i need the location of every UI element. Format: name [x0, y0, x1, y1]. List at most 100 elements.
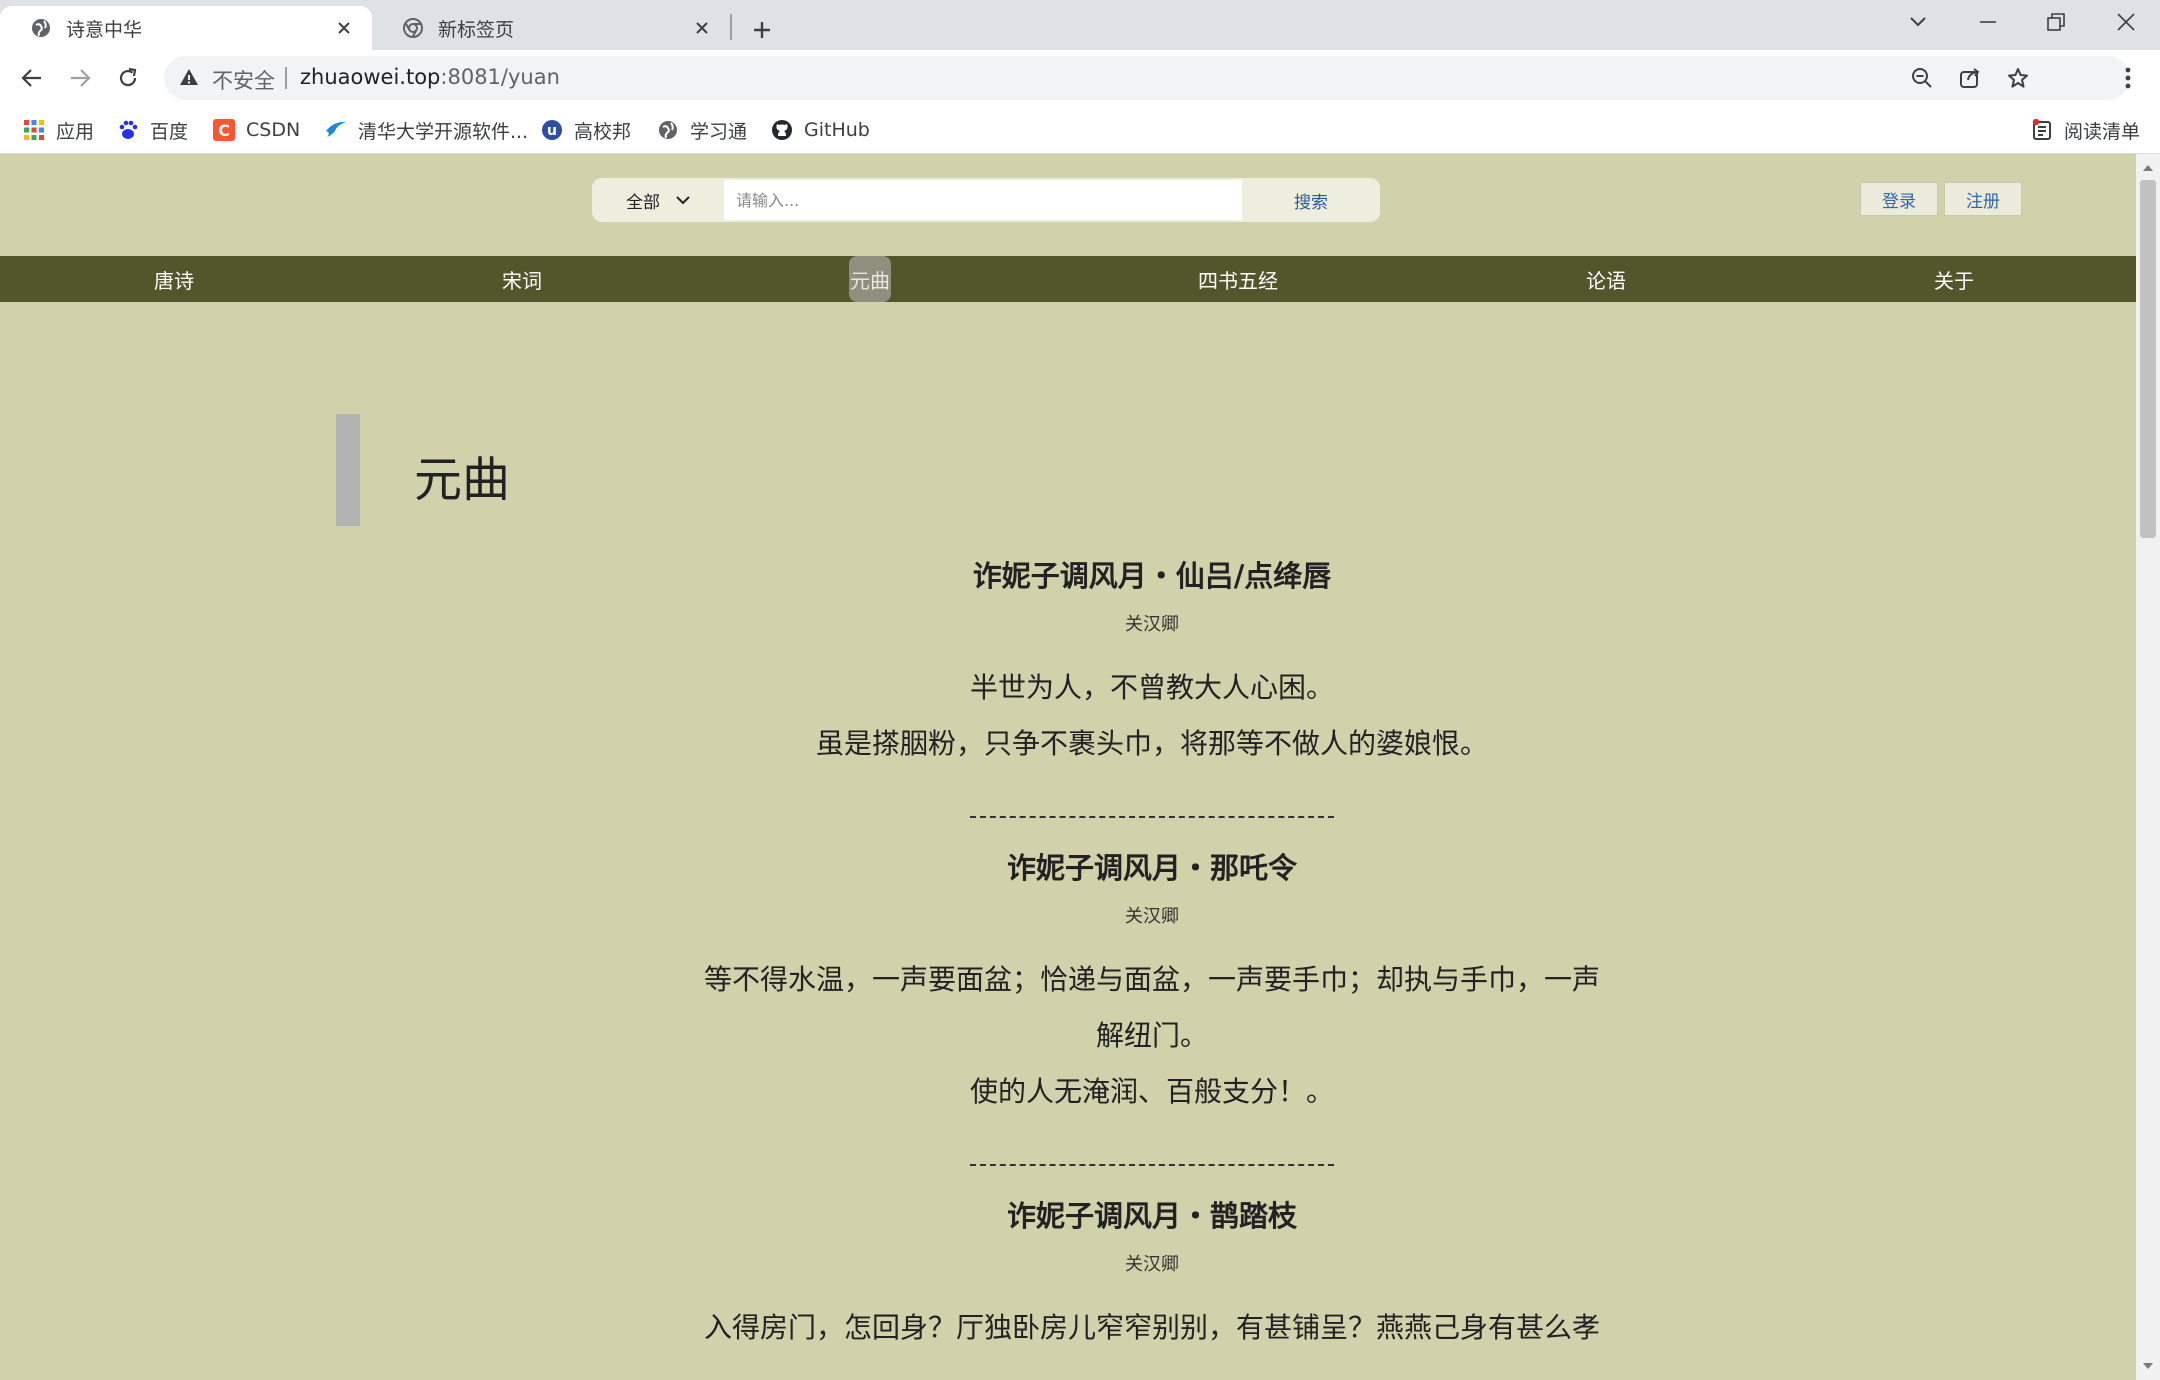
category-select[interactable]: 全部	[592, 178, 724, 222]
menu-dots-icon[interactable]	[2110, 58, 2146, 98]
warning-triangle-icon[interactable]	[178, 66, 202, 90]
poem: 诈妮子调风月・那吒令 关汉卿 等不得水温，一声要面盆；恰递与面盆，一声要手巾；却…	[700, 854, 1604, 1166]
forward-arrow-icon[interactable]	[58, 56, 102, 100]
restore-icon[interactable]	[2022, 0, 2090, 44]
search-button[interactable]: 搜索	[1242, 178, 1380, 222]
nav-item-songci[interactable]: 宋词	[482, 256, 562, 302]
svg-text:u: u	[547, 123, 557, 139]
close-icon[interactable]	[330, 14, 358, 42]
poem-title[interactable]: 诈妮子调风月・那吒令	[700, 854, 1604, 883]
poem: 诈妮子调风月・鹊踏枝 关汉卿 入得房门，怎回身？厅独卧房儿窄窄别别，有甚铺呈？燕…	[700, 1202, 1604, 1356]
login-button[interactable]: 登录	[1860, 182, 1938, 216]
page-viewport: 全部 搜索 登录 注册 唐诗 宋词 元曲 四书五经 论语 关于 元曲 诈妮子调风…	[0, 154, 2136, 1380]
url-text[interactable]: zhuaowei.top:8081/yuan	[300, 65, 560, 89]
poem-title[interactable]: 诈妮子调风月・鹊踏枝	[700, 1202, 1604, 1231]
reading-list-label: 阅读清单	[2064, 120, 2141, 143]
poem-author: 关汉卿	[1125, 906, 1179, 927]
bookmark-csdn[interactable]: C CSDN	[212, 112, 300, 148]
gaoxiaobang-icon: u	[540, 118, 564, 142]
nav-item-sishuwujing[interactable]: 四书五经	[1178, 256, 1298, 302]
close-icon[interactable]	[688, 14, 716, 42]
baidu-paw-icon	[116, 118, 140, 142]
tab-title: 新标签页	[438, 18, 515, 41]
svg-text:C: C	[218, 121, 230, 140]
github-icon	[770, 118, 794, 142]
bookmark-label: 学习通	[690, 120, 748, 143]
bookmark-label: 应用	[56, 120, 95, 143]
poem-line: 等不得水温，一声要面盆；恰递与面盆，一声要手巾；却执与手巾，一声	[703, 963, 1600, 996]
main-nav: 唐诗 宋词 元曲 四书五经 论语 关于	[0, 256, 2136, 302]
page-scrollbar[interactable]	[2136, 154, 2160, 1380]
tsinghua-mirror-icon	[324, 118, 348, 142]
poem-line: 虽是搽胭粉，只争不裹头巾，将那等不做人的婆娘恨。	[815, 727, 1488, 760]
poem-line: 半世为人，不曾教大人心困。	[969, 671, 1334, 704]
category-value: 全部	[626, 192, 660, 213]
address-bar[interactable]: 不安全 zhuaowei.top:8081/yuan	[164, 56, 2130, 100]
apps-grid-icon	[22, 118, 46, 142]
poem-author: 关汉卿	[1125, 1254, 1179, 1275]
reading-list[interactable]: 阅读清单	[2030, 112, 2140, 148]
scroll-thumb[interactable]	[2140, 180, 2156, 538]
poem-line: 解纽门。	[1095, 1019, 1208, 1052]
tab-search-chevron-icon[interactable]	[1884, 0, 1952, 44]
nav-item-yuanqu[interactable]: 元曲	[849, 256, 891, 302]
poem-list: 诈妮子调风月・仙吕/点绛唇 关汉卿 半世为人，不曾教大人心困。 虽是搽胭粉，只争…	[700, 526, 1604, 1356]
bookmark-gaoxiaobang[interactable]: u 高校邦	[540, 112, 631, 148]
new-tab-plus-icon[interactable]	[742, 10, 782, 50]
nav-item-lunyu[interactable]: 论语	[1566, 256, 1646, 302]
tab-inactive[interactable]: 新标签页	[372, 6, 730, 50]
scroll-up-arrow-icon[interactable]	[2136, 158, 2160, 178]
nav-item-tangshi[interactable]: 唐诗	[134, 256, 214, 302]
chrome-icon	[402, 17, 424, 39]
back-arrow-icon[interactable]	[10, 56, 54, 100]
zoom-out-icon[interactable]	[1902, 58, 1942, 98]
share-icon[interactable]	[1950, 58, 1990, 98]
globe-icon	[656, 118, 680, 142]
bookmark-label: CSDN	[246, 119, 301, 141]
close-window-icon[interactable]	[2092, 0, 2160, 44]
poem-title[interactable]: 诈妮子调风月・仙吕/点绛唇	[700, 562, 1604, 591]
tab-strip: 诗意中华 新标签页	[0, 0, 2160, 50]
bookmark-tsinghua[interactable]: 清华大学开源软件...	[324, 112, 528, 148]
poem-line: 入得房门，怎回身？厅独卧房儿窄窄别别，有甚铺呈？燕燕己身有甚么孝	[703, 1311, 1600, 1344]
globe-icon	[30, 17, 52, 39]
bookmark-baidu[interactable]: 百度	[116, 112, 188, 148]
url-host: zhuaowei.top	[300, 65, 441, 89]
bookmark-label: GitHub	[804, 119, 870, 141]
tab-active[interactable]: 诗意中华	[0, 6, 372, 50]
search-input[interactable]	[724, 180, 1242, 220]
minimize-icon[interactable]	[1954, 0, 2022, 44]
poem-divider	[970, 816, 1334, 818]
bookmark-label: 高校邦	[574, 120, 632, 143]
scroll-down-arrow-icon[interactable]	[2136, 1356, 2160, 1376]
bookmark-apps[interactable]: 应用	[22, 112, 94, 148]
poem-line: 使的人无淹润、百般支分！。	[969, 1075, 1334, 1108]
security-label[interactable]: 不安全	[212, 65, 275, 95]
tab-separator	[730, 14, 732, 40]
poem-body: 等不得水温，一声要面盆；恰递与面盆，一声要手巾；却执与手巾，一声 解纽门。 使的…	[700, 952, 1604, 1120]
bookmarks-bar: 应用 百度 C CSDN 清华大学开源软件... u 高校邦 学习通 GitHu	[0, 106, 2160, 154]
tab-title: 诗意中华	[66, 18, 143, 41]
bookmark-github[interactable]: GitHub	[770, 112, 870, 148]
poem-author: 关汉卿	[1125, 614, 1179, 635]
address-divider	[285, 67, 287, 89]
register-button[interactable]: 注册	[1944, 182, 2022, 216]
bookmark-label: 清华大学开源软件...	[358, 120, 529, 143]
bookmark-star-icon[interactable]	[1998, 58, 2038, 98]
bookmark-xuexitong[interactable]: 学习通	[656, 112, 747, 148]
browser-toolbar: 不安全 zhuaowei.top:8081/yuan	[0, 50, 2160, 146]
chevron-down-icon	[676, 190, 690, 210]
csdn-icon: C	[212, 118, 236, 142]
section-marker	[336, 414, 360, 526]
reading-list-icon	[2030, 118, 2054, 142]
url-path: :8081/yuan	[440, 65, 560, 89]
poem-body: 入得房门，怎回身？厅独卧房儿窄窄别别，有甚铺呈？燕燕己身有甚么孝	[700, 1300, 1604, 1356]
poem-divider	[970, 1164, 1334, 1166]
poem-body: 半世为人，不曾教大人心困。 虽是搽胭粉，只争不裹头巾，将那等不做人的婆娘恨。	[700, 660, 1604, 772]
reload-icon[interactable]	[106, 56, 150, 100]
nav-item-about[interactable]: 关于	[1914, 256, 1994, 302]
poem: 诈妮子调风月・仙吕/点绛唇 关汉卿 半世为人，不曾教大人心困。 虽是搽胭粉，只争…	[700, 562, 1604, 818]
search-bar: 全部 搜索	[592, 178, 1380, 222]
section-title: 元曲	[414, 452, 511, 508]
bookmark-label: 百度	[150, 120, 189, 143]
